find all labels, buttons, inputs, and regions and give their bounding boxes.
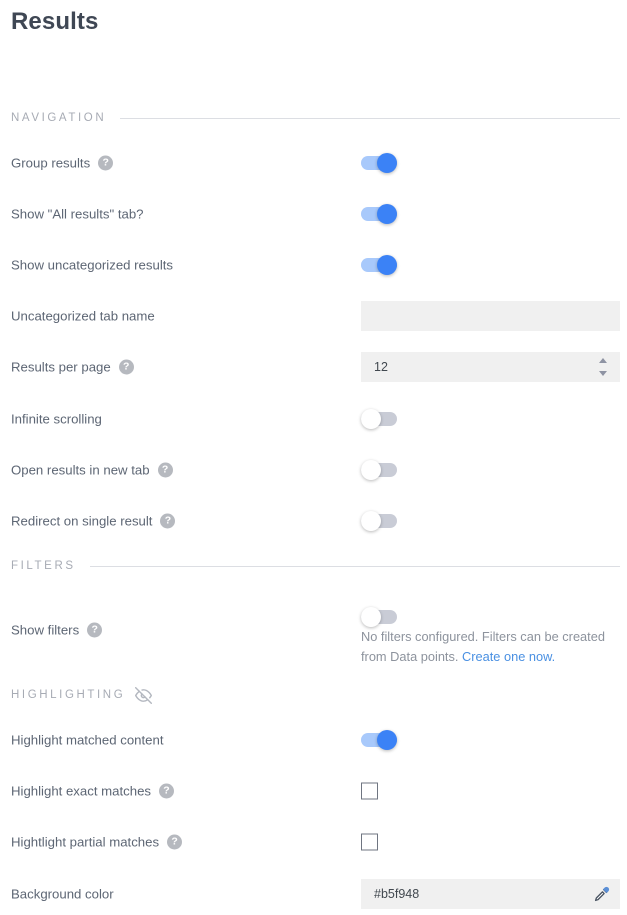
- row-results-per-page: Results per page ? 12: [0, 352, 627, 382]
- help-icon[interactable]: ?: [157, 462, 173, 478]
- label-text: Results per page: [11, 359, 111, 375]
- help-icon[interactable]: ?: [98, 155, 114, 171]
- label-text: Uncategorized tab name: [11, 308, 155, 324]
- label-show-filters: Show filters ?: [11, 622, 103, 638]
- chevron-down-icon[interactable]: [598, 371, 607, 376]
- label-text: Group results: [11, 155, 91, 171]
- uncategorized-tab-name-input[interactable]: [361, 301, 620, 331]
- label-text: Redirect on single result: [11, 513, 153, 529]
- filters-helper-text: No filters configured. Filters can be cr…: [361, 627, 619, 667]
- toggle-highlight-matched-content-wrap[interactable]: [361, 730, 397, 750]
- help-icon[interactable]: ?: [160, 513, 176, 529]
- section-divider: [89, 565, 620, 567]
- quantity-stepper[interactable]: [597, 358, 608, 376]
- row-highlight-partial-matches: Hightlight partial matches ?: [0, 827, 627, 857]
- toggle-show-filters[interactable]: [361, 607, 397, 627]
- toggle-group-results-wrap[interactable]: [361, 153, 397, 173]
- label-group-results: Group results ?: [11, 155, 114, 171]
- label-background-color: Background color: [11, 887, 114, 902]
- row-uncategorized-tab-name: Uncategorized tab name: [0, 301, 627, 331]
- section-divider: [120, 117, 620, 119]
- checkbox-highlight-partial-matches[interactable]: [361, 833, 378, 851]
- toggle-knob: [377, 153, 397, 173]
- help-icon[interactable]: ?: [167, 834, 183, 850]
- label-highlight-partial-matches: Hightlight partial matches ?: [11, 834, 183, 850]
- toggle-open-results-in-new-tab[interactable]: [361, 460, 397, 480]
- section-title-navigation: NAVIGATION: [11, 112, 107, 124]
- toggle-show-all-results-tab[interactable]: [361, 204, 397, 224]
- checkbox-highlight-partial-matches-wrap[interactable]: [361, 833, 378, 851]
- background-color-field[interactable]: #b5f948: [361, 879, 620, 909]
- create-filter-link[interactable]: Create one now.: [462, 649, 555, 664]
- chevron-up-icon[interactable]: [598, 358, 607, 363]
- toggle-show-all-results-tab-wrap[interactable]: [361, 204, 397, 224]
- eye-off-icon[interactable]: [135, 686, 153, 704]
- toggle-show-uncategorized-results[interactable]: [361, 255, 397, 275]
- row-show-all-results-tab: Show "All results" tab?: [0, 199, 627, 229]
- label-infinite-scrolling: Infinite scrolling: [11, 412, 102, 427]
- results-per-page-field[interactable]: 12: [361, 352, 620, 382]
- label-show-uncategorized-results: Show uncategorized results: [11, 258, 173, 273]
- toggle-knob: [361, 607, 381, 627]
- toggle-highlight-matched-content[interactable]: [361, 730, 397, 750]
- results-per-page-value: 12: [374, 360, 388, 374]
- checkbox-highlight-exact-matches[interactable]: [361, 782, 378, 800]
- label-text: Open results in new tab: [11, 462, 150, 478]
- help-icon[interactable]: ?: [159, 783, 175, 799]
- toggle-show-uncategorized-results-wrap[interactable]: [361, 255, 397, 275]
- results-per-page-wrap: 12: [361, 352, 620, 382]
- label-text: Infinite scrolling: [11, 411, 102, 427]
- label-text: Show filters: [11, 622, 80, 638]
- toggle-knob: [377, 730, 397, 750]
- toggle-knob: [361, 409, 381, 429]
- section-header-navigation: NAVIGATION: [11, 110, 620, 126]
- checkbox-highlight-exact-matches-wrap[interactable]: [361, 782, 378, 800]
- toggle-redirect-on-single-result[interactable]: [361, 511, 397, 531]
- row-group-results: Group results ?: [0, 148, 627, 178]
- label-text: Show "All results" tab?: [11, 206, 144, 222]
- section-header-filters: FILTERS: [11, 558, 620, 574]
- section-title-highlighting: HIGHLIGHTING: [11, 689, 126, 701]
- toggle-knob: [377, 204, 397, 224]
- label-text: Background color: [11, 886, 114, 902]
- background-color-value: #b5f948: [374, 887, 420, 901]
- help-icon[interactable]: ?: [87, 622, 103, 638]
- toggle-group-results[interactable]: [361, 153, 397, 173]
- label-text: Highlight exact matches: [11, 783, 152, 799]
- row-highlight-matched-content: Highlight matched content: [0, 725, 627, 755]
- toggle-infinite-scrolling-wrap[interactable]: [361, 409, 397, 429]
- label-text: Highlight matched content: [11, 732, 164, 748]
- row-show-uncategorized-results: Show uncategorized results: [0, 250, 627, 280]
- label-text: Show uncategorized results: [11, 257, 174, 273]
- eyedropper-icon[interactable]: [593, 885, 611, 903]
- label-show-all-results-tab: Show "All results" tab?: [11, 207, 144, 222]
- label-uncategorized-tab-name: Uncategorized tab name: [11, 309, 155, 324]
- help-icon[interactable]: ?: [118, 359, 134, 375]
- toggle-open-results-in-new-tab-wrap[interactable]: [361, 460, 397, 480]
- toggle-infinite-scrolling[interactable]: [361, 409, 397, 429]
- label-highlight-exact-matches: Highlight exact matches ?: [11, 783, 175, 799]
- row-redirect-on-single-result: Redirect on single result ?: [0, 506, 627, 536]
- row-open-results-in-new-tab: Open results in new tab ?: [0, 455, 627, 485]
- label-highlight-matched-content: Highlight matched content: [11, 733, 163, 748]
- label-open-results-in-new-tab: Open results in new tab ?: [11, 462, 173, 478]
- label-text: Hightlight partial matches: [11, 834, 160, 850]
- row-infinite-scrolling: Infinite scrolling: [0, 404, 627, 434]
- label-results-per-page: Results per page ?: [11, 359, 134, 375]
- label-redirect-on-single-result: Redirect on single result ?: [11, 513, 176, 529]
- toggle-redirect-on-single-result-wrap[interactable]: [361, 511, 397, 531]
- toggle-knob: [361, 460, 381, 480]
- toggle-show-filters-wrap[interactable]: [361, 607, 397, 627]
- row-highlight-exact-matches: Highlight exact matches ?: [0, 776, 627, 806]
- background-color-wrap: #b5f948: [361, 879, 620, 909]
- section-title-filters: FILTERS: [11, 560, 76, 572]
- section-header-highlighting: HIGHLIGHTING: [11, 686, 620, 704]
- toggle-knob: [377, 255, 397, 275]
- uncategorized-tab-name-wrap: [361, 301, 620, 331]
- toggle-knob: [361, 511, 381, 531]
- page-title: Results: [11, 8, 99, 35]
- row-background-color: Background color #b5f948: [0, 879, 627, 909]
